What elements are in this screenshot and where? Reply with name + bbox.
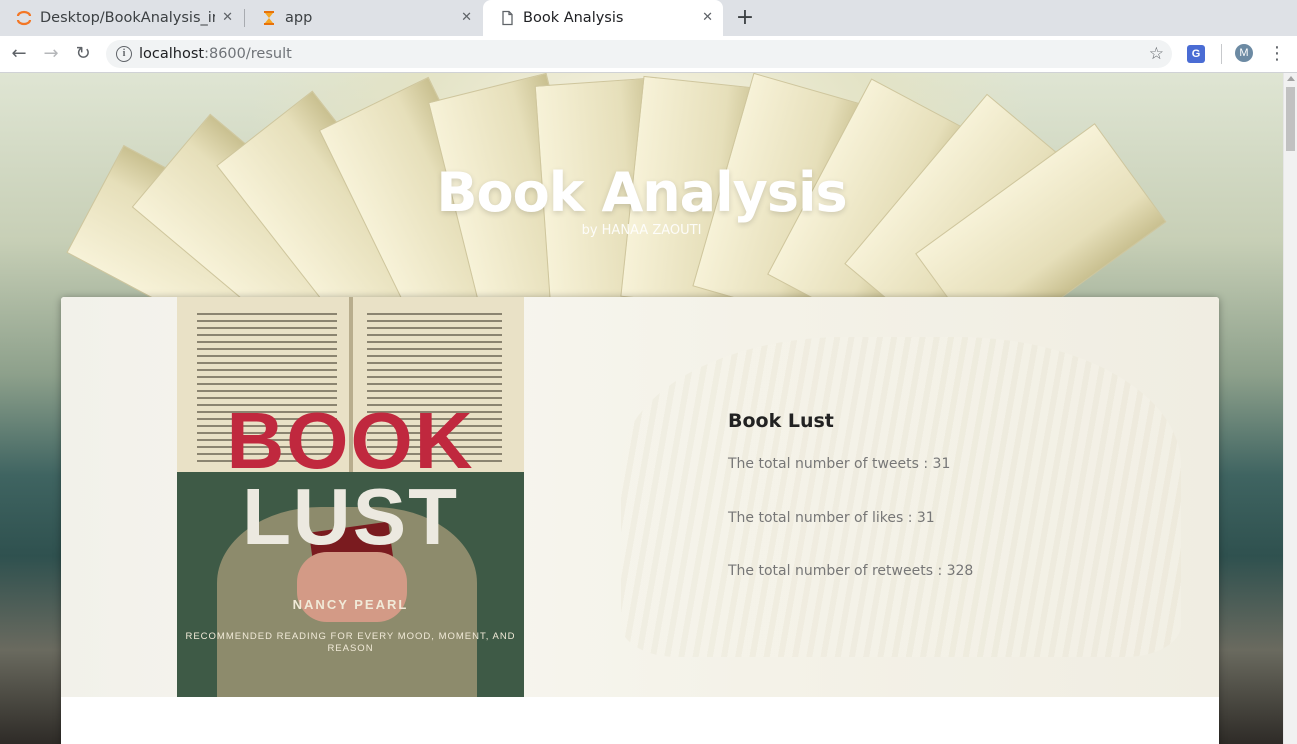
tab-title: Desktop/BookAnalysis_in: [40, 10, 215, 26]
arrow-right-icon: →: [43, 43, 59, 64]
jupyter-icon: [16, 10, 32, 26]
arrow-left-icon: ←: [11, 43, 27, 64]
cover-title-line1: BOOK: [226, 396, 475, 485]
book-result-card: BOOK LUST NANCY PEARL RECOMMENDED READIN…: [61, 297, 1219, 744]
tab-title: Book Analysis: [523, 10, 624, 26]
book-title: Book Lust: [728, 410, 834, 432]
url-path: :8600/result: [204, 46, 292, 62]
card-background-image: [621, 337, 1181, 657]
page-title: Book Analysis: [436, 161, 847, 224]
scrollbar-thumb[interactable]: [1286, 87, 1295, 151]
close-icon[interactable]: ✕: [702, 0, 713, 36]
page-subtitle: by HANAA ZAOUTI: [581, 223, 702, 238]
tab-app[interactable]: app ✕: [245, 0, 482, 36]
tab-book-analysis[interactable]: Book Analysis ✕: [483, 0, 723, 36]
close-icon[interactable]: ✕: [461, 0, 472, 36]
cover-author: NANCY PEARL: [292, 597, 409, 612]
tab-title: app: [285, 10, 313, 26]
tweets-count: The total number of tweets : 31: [728, 456, 951, 472]
likes-count: The total number of likes : 31: [728, 510, 935, 526]
tab-jupyter[interactable]: Desktop/BookAnalysis_in ✕: [0, 0, 243, 36]
bookmark-star-icon[interactable]: ☆: [1149, 40, 1164, 68]
page-scrollbar[interactable]: [1283, 73, 1297, 744]
book-cover-image: BOOK LUST NANCY PEARL RECOMMENDED READIN…: [177, 297, 524, 697]
url-host: localhost: [139, 46, 205, 62]
url-text[interactable]: localhost:8600/result: [139, 40, 292, 68]
extension-letter: G: [1191, 48, 1201, 60]
translate-extension-icon[interactable]: G: [1187, 45, 1205, 63]
hourglass-icon: [264, 11, 274, 25]
address-bar[interactable]: i localhost:8600/result ☆: [106, 40, 1172, 68]
reload-icon: ↻: [75, 43, 91, 64]
scroll-up-arrow-icon[interactable]: [1287, 76, 1295, 81]
new-tab-button[interactable]: +: [734, 4, 756, 32]
cover-title-line2: LUST: [242, 472, 459, 561]
card-header-area: BOOK LUST NANCY PEARL RECOMMENDED READIN…: [61, 297, 1219, 697]
menu-kebab-icon[interactable]: ⋮: [1268, 36, 1286, 72]
reload-button[interactable]: ↻: [69, 36, 97, 72]
document-icon: [502, 10, 513, 26]
profile-avatar[interactable]: M: [1235, 44, 1253, 62]
browser-toolbar: ← → ↻ i localhost:8600/result ☆: [0, 36, 1297, 73]
retweets-count: The total number of retweets : 328: [728, 563, 974, 579]
close-icon[interactable]: ✕: [222, 0, 233, 36]
avatar-letter: M: [1239, 47, 1249, 59]
book-info: Book Lust The total number of tweets : 3…: [728, 410, 1188, 579]
forward-button[interactable]: →: [37, 36, 65, 72]
tab-strip: Desktop/BookAnalysis_in ✕ app ✕ Book Ana…: [0, 0, 1297, 36]
cover-tagline: RECOMMENDED READING FOR EVERY MOOD, MOME…: [185, 631, 516, 654]
page-viewport: Book Analysis by HANAA ZAOUTI BOOK LUST …: [0, 73, 1283, 744]
back-button[interactable]: ←: [5, 36, 33, 72]
info-icon[interactable]: i: [116, 46, 132, 62]
toolbar-divider: [1221, 44, 1222, 64]
